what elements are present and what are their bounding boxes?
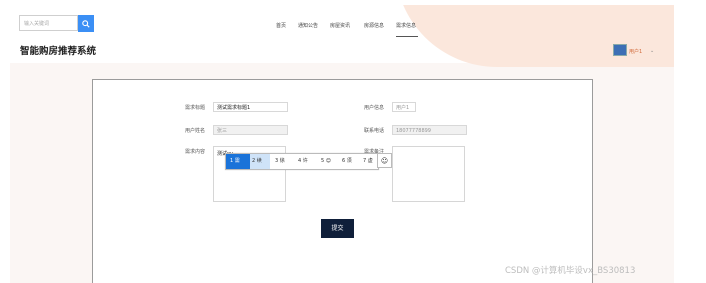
phone-input[interactable]: 18077778899 [392, 125, 467, 135]
page: 输入关键词 首页 通知公告 房屋资讯 房源信息 需求信息 智能购房推荐系统 用户… [10, 5, 674, 283]
nav-news[interactable]: 房屋资讯 [330, 22, 350, 29]
nav-listings[interactable]: 房源信息 [364, 22, 384, 29]
ime-candidate[interactable]: 5 😊 [321, 154, 331, 169]
ime-candidate[interactable]: 4 许 [298, 154, 308, 169]
user-info-select[interactable]: 用户1 [392, 102, 416, 112]
remark-textarea[interactable] [392, 146, 465, 202]
header: 输入关键词 首页 通知公告 房屋资讯 房源信息 需求信息 智能购房推荐系统 用户… [10, 5, 674, 67]
ime-candidate-bar: 1 需 2 续 3 徐 4 许 5 😊 6 须 7 虚 [225, 153, 379, 170]
search-button[interactable] [78, 15, 94, 32]
title-input[interactable]: 测试需求标题1 [213, 102, 288, 112]
demand-form: 需求标题 测试需求标题1 用户信息 用户1 用户姓名 张三 联系电话 18077… [92, 79, 593, 283]
title-label: 需求标题 [185, 105, 206, 111]
nav-active-indicator [396, 36, 418, 37]
ime-candidate[interactable]: 6 须 [342, 154, 352, 169]
search-icon [82, 19, 90, 28]
emoji-icon[interactable]: ☺ [377, 153, 392, 168]
nav-home[interactable]: 首页 [276, 22, 286, 29]
nav-demands[interactable]: 需求信息 [396, 22, 416, 29]
site-title: 智能购房推荐系统 [20, 46, 97, 57]
user-info-label: 用户信息 [364, 105, 385, 111]
chevron-down-icon[interactable]: ⌄ [650, 48, 654, 54]
ime-candidate[interactable]: 2 续 [250, 154, 270, 169]
submit-button[interactable]: 提交 [321, 219, 354, 238]
name-label: 用户姓名 [185, 128, 206, 134]
ime-candidate[interactable]: 3 徐 [275, 154, 285, 169]
decorative-blob [395, 5, 674, 67]
search-input[interactable]: 输入关键词 [19, 15, 78, 31]
phone-label: 联系电话 [364, 128, 385, 134]
ime-candidate[interactable]: 7 虚 [363, 154, 373, 169]
avatar[interactable] [613, 44, 627, 56]
content-label: 需求内容 [185, 149, 206, 155]
nav-notice[interactable]: 通知公告 [298, 22, 318, 29]
user-name[interactable]: 用户1 [629, 48, 642, 55]
name-input[interactable]: 张三 [213, 125, 288, 135]
ime-candidate[interactable]: 1 需 [226, 154, 250, 169]
watermark: CSDN @计算机毕设vx_BS30813 [505, 266, 636, 276]
